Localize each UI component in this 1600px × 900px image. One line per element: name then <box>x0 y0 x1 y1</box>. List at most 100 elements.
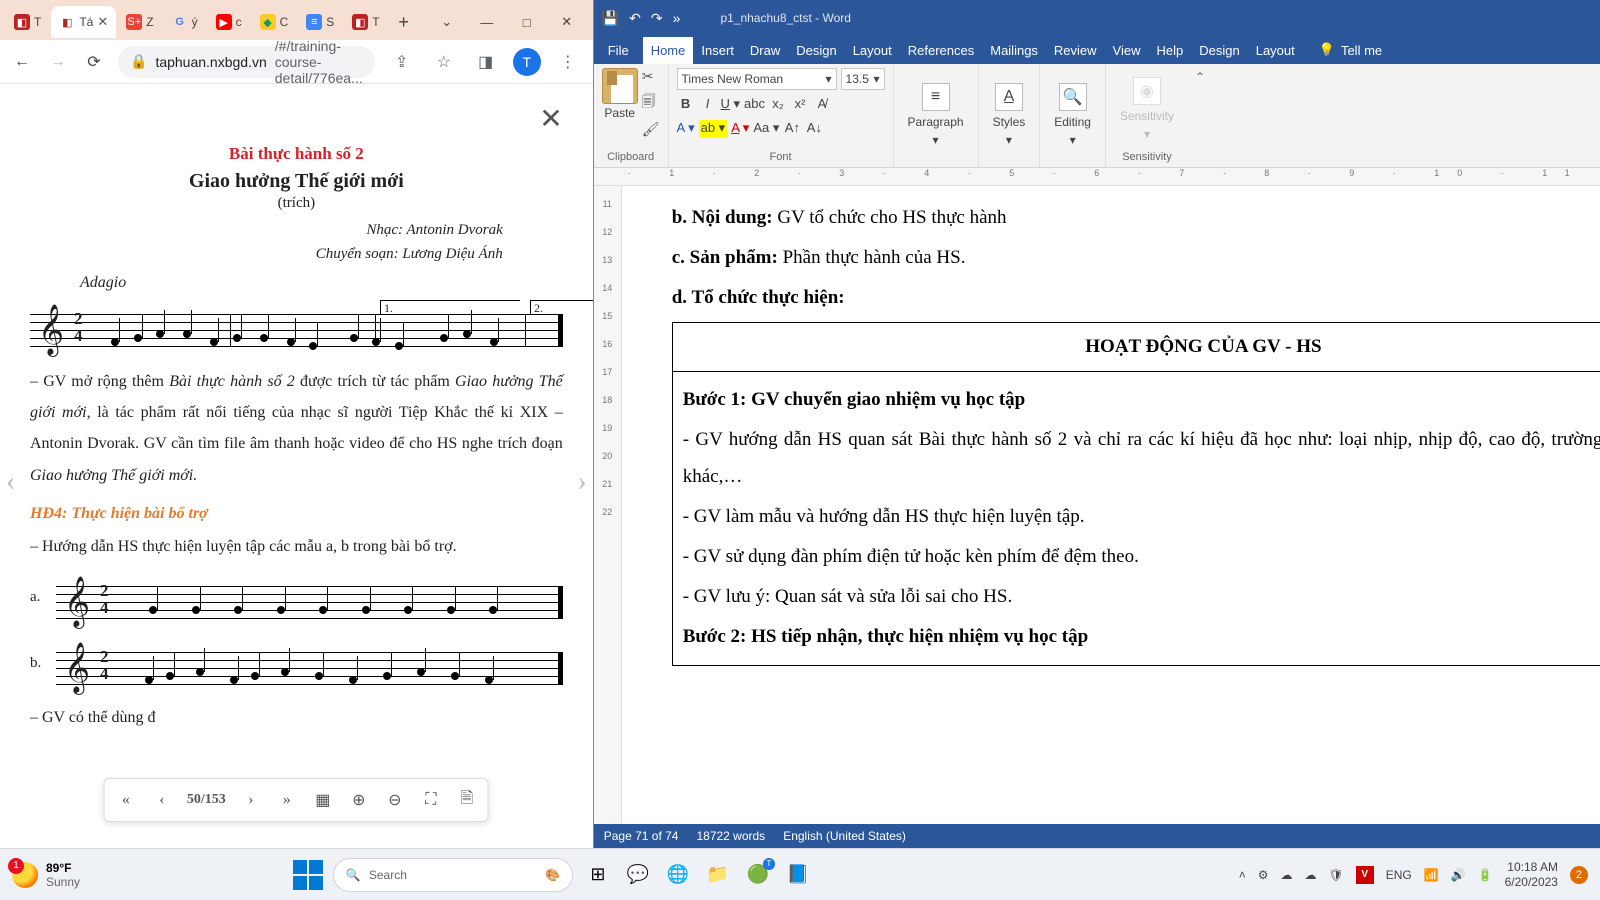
tab-references[interactable]: References <box>900 37 982 64</box>
minimize-button[interactable]: — <box>467 6 507 38</box>
prev-page-button[interactable]: ‹ <box>151 791 173 809</box>
close-window-button[interactable]: ✕ <box>547 6 587 38</box>
page-icon[interactable]: 🗎 <box>456 787 478 814</box>
tab-0[interactable]: ◧T <box>6 6 49 38</box>
back-button[interactable]: ← <box>10 50 34 74</box>
tab-search-icon[interactable]: ⌄ <box>427 6 467 38</box>
tab-4[interactable]: ▶c <box>208 6 250 38</box>
copy-button[interactable]: 🗐 <box>642 91 660 115</box>
collapse-ribbon-button[interactable]: ⌃ <box>1188 64 1212 167</box>
tab-table-layout[interactable]: Layout <box>1248 37 1303 64</box>
grid-view-icon[interactable]: ▦ <box>312 790 334 810</box>
tab-mailings[interactable]: Mailings <box>982 37 1046 64</box>
clear-format-button[interactable]: A̸ <box>813 96 831 114</box>
tab-6[interactable]: ≡S <box>298 6 342 38</box>
save-button[interactable]: 💾 <box>602 10 619 27</box>
shrink-font-button[interactable]: A↓ <box>805 120 823 138</box>
onedrive-icon-2[interactable]: ☁ <box>1304 868 1316 882</box>
horizontal-ruler[interactable]: · 1 · 2 · 3 · 4 · 5 · 6 · 7 · 8 · 9 · 10… <box>594 168 1600 186</box>
tab-help[interactable]: Help <box>1149 37 1192 64</box>
page-indicator[interactable]: Page 71 of 74 <box>604 829 679 843</box>
italic-button[interactable]: I <box>699 96 717 114</box>
battery-icon[interactable]: 🔋 <box>1478 868 1493 882</box>
chat-button[interactable]: 💬 <box>623 860 653 890</box>
next-page-arrow[interactable]: › <box>577 466 586 498</box>
underline-button[interactable]: U ▾ <box>721 96 741 114</box>
language-indicator[interactable]: English (United States) <box>783 829 906 843</box>
tab-2[interactable]: S+Z <box>118 6 161 38</box>
superscript-button[interactable]: x² <box>791 96 809 114</box>
chrome-button[interactable]: 🟢T <box>743 860 773 890</box>
tab-review[interactable]: Review <box>1046 37 1105 64</box>
tab-5[interactable]: ◆C <box>252 6 297 38</box>
font-family-select[interactable]: Times New Roman▾ <box>677 68 837 90</box>
sidepanel-icon[interactable]: ◨ <box>471 47 501 77</box>
explorer-button[interactable]: 📁 <box>703 860 733 890</box>
tell-me-search[interactable]: 💡Tell me <box>1311 36 1390 64</box>
tab-3[interactable]: Gý <box>164 6 206 38</box>
close-document-icon[interactable]: ✕ <box>539 102 562 136</box>
styles-button[interactable]: A̲Styles▾ <box>987 79 1032 151</box>
font-size-select[interactable]: 13.5▾ <box>841 68 885 90</box>
cut-button[interactable]: ✂ <box>642 68 660 85</box>
url-input[interactable]: 🔒 taphuan.nxbgd.vn/#/training-course-det… <box>118 46 375 78</box>
weather-widget[interactable]: 1 89°FSunny <box>12 861 80 889</box>
tab-home[interactable]: Home <box>643 37 694 64</box>
onedrive-icon[interactable]: ☁ <box>1280 868 1292 882</box>
bookmark-icon[interactable]: ☆ <box>429 47 459 77</box>
taskbar-search[interactable]: 🔍Search🎨 <box>333 858 573 892</box>
profile-avatar[interactable]: T <box>513 48 541 76</box>
zoom-out-icon[interactable]: ⊖ <box>384 790 406 810</box>
undo-button[interactable]: ↶ <box>629 10 641 27</box>
task-view-button[interactable]: ⊞ <box>583 860 613 890</box>
qat-more-button[interactable]: » <box>673 10 681 26</box>
edge-button[interactable]: 🌐 <box>663 860 693 890</box>
menu-icon[interactable]: ⋮ <box>553 47 583 77</box>
maximize-button[interactable]: □ <box>507 6 547 38</box>
tab-7[interactable]: ◧T <box>344 6 387 38</box>
editing-button[interactable]: 🔍Editing▾ <box>1048 79 1097 151</box>
bold-button[interactable]: B <box>677 96 695 114</box>
document-page[interactable]: b. Nội dung: GV tổ chức cho HS thực hành… <box>622 186 1600 824</box>
grow-font-button[interactable]: A↑ <box>783 120 801 138</box>
volume-icon[interactable]: 🔊 <box>1451 868 1466 882</box>
tab-layout[interactable]: Layout <box>845 37 900 64</box>
settings-icon[interactable]: ⚙ <box>1258 868 1269 882</box>
vertical-ruler[interactable]: 111213141516171819202122 <box>594 186 622 824</box>
share-icon[interactable]: ⇪ <box>387 47 417 77</box>
tab-design[interactable]: Design <box>788 37 844 64</box>
clock[interactable]: 10:18 AM6/20/2023 <box>1505 860 1558 889</box>
first-page-button[interactable]: « <box>115 791 137 809</box>
language-indicator[interactable]: ENG <box>1386 868 1412 882</box>
word-button[interactable]: 📘 <box>783 860 813 890</box>
word-count[interactable]: 18722 words <box>696 829 765 843</box>
close-tab-icon[interactable]: ✕ <box>97 14 108 30</box>
change-case-button[interactable]: Aa ▾ <box>753 120 779 138</box>
next-page-button[interactable]: › <box>240 791 262 809</box>
tab-insert[interactable]: Insert <box>693 37 742 64</box>
font-color-button[interactable]: A ▾ <box>731 120 749 138</box>
zoom-in-icon[interactable]: ⊕ <box>348 790 370 810</box>
prev-page-arrow[interactable]: ‹ <box>6 466 15 498</box>
paste-button[interactable]: Paste <box>604 106 635 120</box>
wifi-icon[interactable]: 📶 <box>1424 868 1439 882</box>
highlight-button[interactable]: ab ▾ <box>699 120 728 138</box>
forward-button[interactable]: → <box>46 50 70 74</box>
tray-overflow-button[interactable]: ˄ <box>1239 868 1246 882</box>
text-effects-button[interactable]: A ▾ <box>677 120 695 138</box>
notification-badge[interactable]: 2 <box>1570 866 1588 884</box>
tab-view[interactable]: View <box>1105 37 1149 64</box>
strike-button[interactable]: abc <box>744 96 765 114</box>
tab-table-design[interactable]: Design <box>1191 37 1247 64</box>
tab-draw[interactable]: Draw <box>742 37 788 64</box>
tab-1-active[interactable]: ◧Tá✕ <box>51 6 116 38</box>
paragraph-button[interactable]: ≡Paragraph▾ <box>902 79 970 151</box>
fullscreen-icon[interactable]: ⛶ <box>420 791 442 809</box>
start-button[interactable] <box>293 860 323 890</box>
format-painter-button[interactable]: 🖌 <box>642 121 660 138</box>
security-icon[interactable]: 🛡 <box>1328 868 1343 882</box>
new-tab-button[interactable]: + <box>390 8 418 36</box>
subscript-button[interactable]: x₂ <box>769 96 787 114</box>
reload-button[interactable]: ⟳ <box>82 50 106 74</box>
unikey-icon[interactable]: V <box>1356 866 1374 884</box>
